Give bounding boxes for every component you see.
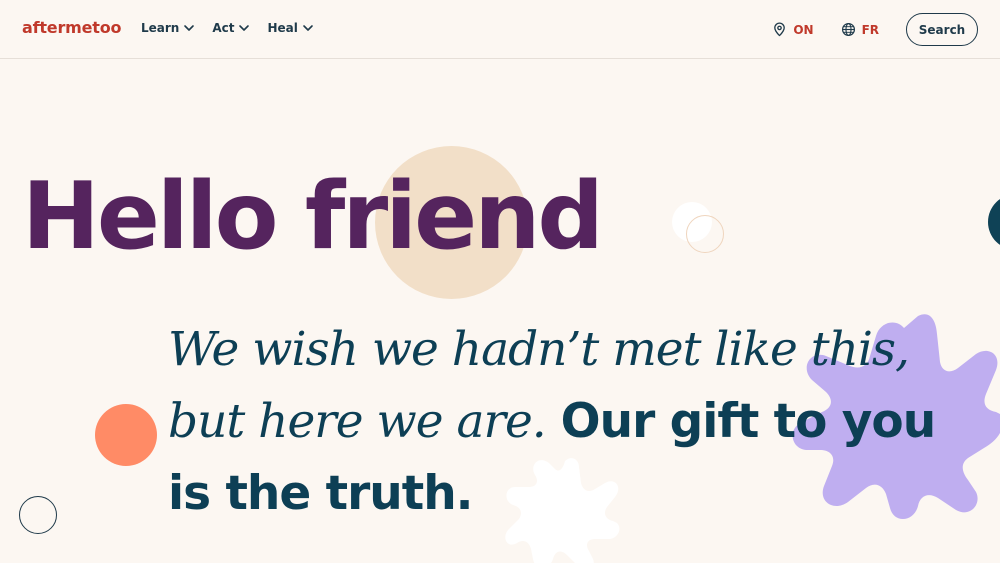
chevron-down-icon [239, 25, 250, 31]
hero-title: Hello friend [22, 162, 604, 270]
search-button[interactable]: Search [906, 13, 978, 46]
site-header: aftermetoo Learn Act Heal ON FR Search [0, 0, 1000, 59]
main-nav: Learn Act Heal [141, 21, 314, 35]
decorative-navy-circle [988, 194, 1000, 250]
language-selector[interactable]: FR [841, 22, 879, 37]
hero-line-italic-2: but here we are. [168, 394, 547, 449]
nav-heal-label: Heal [267, 21, 298, 35]
globe-icon [841, 22, 855, 37]
region-selector[interactable]: ON [772, 22, 814, 37]
chevron-down-icon [303, 25, 313, 31]
nav-learn-label: Learn [141, 21, 180, 35]
decorative-peach-ring [686, 215, 724, 253]
region-label: ON [793, 22, 814, 37]
chevron-down-icon [184, 25, 195, 31]
header-tools: ON FR Search [772, 13, 978, 46]
language-label: FR [861, 22, 879, 37]
hero-body: We wish we hadn’t met like this, but her… [168, 314, 958, 530]
nav-learn[interactable]: Learn [141, 21, 195, 35]
hero-line-italic-1: We wish we hadn’t met like this, [168, 322, 910, 377]
location-pin-icon [774, 22, 786, 37]
logo[interactable]: aftermetoo [22, 18, 122, 37]
nav-act[interactable]: Act [212, 21, 250, 35]
nav-act-label: Act [212, 21, 235, 35]
nav-heal[interactable]: Heal [267, 21, 313, 35]
decorative-orange-circle [95, 404, 157, 466]
decorative-navy-ring [19, 496, 57, 534]
